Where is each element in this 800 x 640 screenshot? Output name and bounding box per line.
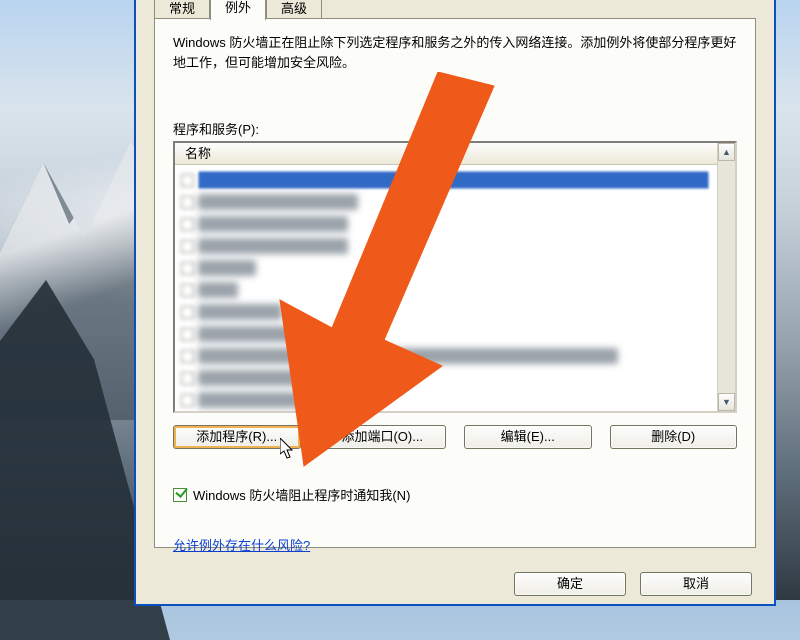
tab-panel-exceptions: Windows 防火墙正在阻止除下列选定程序和服务之外的传入网络连接。添加例外将… bbox=[154, 18, 756, 548]
scroll-down-icon[interactable]: ▼ bbox=[718, 393, 735, 411]
list-item-label bbox=[198, 282, 238, 298]
action-button-row: 添加程序(R)... 添加端口(O)... 编辑(E)... 删除(D) bbox=[173, 425, 737, 449]
list-item[interactable] bbox=[179, 367, 717, 389]
list-item[interactable] bbox=[179, 213, 717, 235]
list-item-label bbox=[198, 171, 709, 189]
cancel-button[interactable]: 取消 bbox=[640, 572, 752, 596]
list-item[interactable] bbox=[179, 301, 717, 323]
ok-button[interactable]: 确定 bbox=[514, 572, 626, 596]
list-item-checkbox[interactable] bbox=[181, 218, 194, 231]
list-item-label bbox=[198, 194, 358, 210]
list-item-checkbox[interactable] bbox=[181, 240, 194, 253]
notify-checkbox[interactable] bbox=[173, 488, 187, 502]
list-item[interactable] bbox=[179, 323, 717, 345]
dialog-button-row: 确定 取消 bbox=[514, 572, 752, 596]
list-scrollbar[interactable]: ▲ ▼ bbox=[717, 143, 735, 411]
delete-button[interactable]: 删除(D) bbox=[610, 425, 738, 449]
list-item[interactable] bbox=[179, 191, 717, 213]
list-item[interactable] bbox=[179, 169, 717, 191]
list-item[interactable] bbox=[179, 257, 717, 279]
notify-checkbox-row[interactable]: Windows 防火墙阻止程序时通知我(N) bbox=[173, 485, 410, 504]
list-item-label bbox=[198, 392, 310, 408]
list-item-checkbox[interactable] bbox=[181, 174, 194, 187]
add-port-button[interactable]: 添加端口(O)... bbox=[319, 425, 447, 449]
list-item-label bbox=[198, 304, 282, 320]
programs-listbox[interactable]: 名称 ▲ ▼ bbox=[173, 141, 737, 413]
list-item-checkbox[interactable] bbox=[181, 306, 194, 319]
list-item-label bbox=[198, 260, 256, 276]
tab-advanced[interactable]: 高级 bbox=[266, 0, 322, 20]
tab-exceptions[interactable]: 例外 bbox=[210, 0, 266, 20]
firewall-dialog: 常规 例外 高级 Windows 防火墙正在阻止除下列选定程序和服务之外的传入网… bbox=[134, 0, 776, 606]
exceptions-description: Windows 防火墙正在阻止除下列选定程序和服务之外的传入网络连接。添加例外将… bbox=[173, 33, 737, 73]
list-item-label bbox=[198, 348, 618, 364]
list-item-label bbox=[198, 216, 348, 232]
list-item-checkbox[interactable] bbox=[181, 372, 194, 385]
risk-link[interactable]: 允许例外存在什么风险? bbox=[173, 538, 310, 553]
list-item-label bbox=[198, 326, 304, 342]
programs-list-label: 程序和服务(P): bbox=[173, 119, 259, 138]
edit-button[interactable]: 编辑(E)... bbox=[464, 425, 592, 449]
programs-list-body bbox=[175, 165, 717, 411]
list-item[interactable] bbox=[179, 235, 717, 257]
list-item-checkbox[interactable] bbox=[181, 284, 194, 297]
list-item-checkbox[interactable] bbox=[181, 394, 194, 407]
list-item-label bbox=[198, 370, 310, 386]
list-item-label bbox=[198, 238, 348, 254]
tab-general[interactable]: 常规 bbox=[154, 0, 210, 20]
list-item[interactable] bbox=[179, 389, 717, 411]
list-item-checkbox[interactable] bbox=[181, 196, 194, 209]
list-item[interactable] bbox=[179, 279, 717, 301]
list-item-checkbox[interactable] bbox=[181, 350, 194, 363]
list-item-checkbox[interactable] bbox=[181, 328, 194, 341]
list-item-checkbox[interactable] bbox=[181, 262, 194, 275]
programs-list-header-name[interactable]: 名称 bbox=[175, 143, 735, 165]
tab-strip: 常规 例外 高级 bbox=[154, 0, 322, 20]
add-program-button[interactable]: 添加程序(R)... bbox=[173, 425, 301, 449]
notify-checkbox-label: Windows 防火墙阻止程序时通知我(N) bbox=[193, 485, 410, 504]
scroll-up-icon[interactable]: ▲ bbox=[718, 143, 735, 161]
list-item[interactable] bbox=[179, 345, 717, 367]
